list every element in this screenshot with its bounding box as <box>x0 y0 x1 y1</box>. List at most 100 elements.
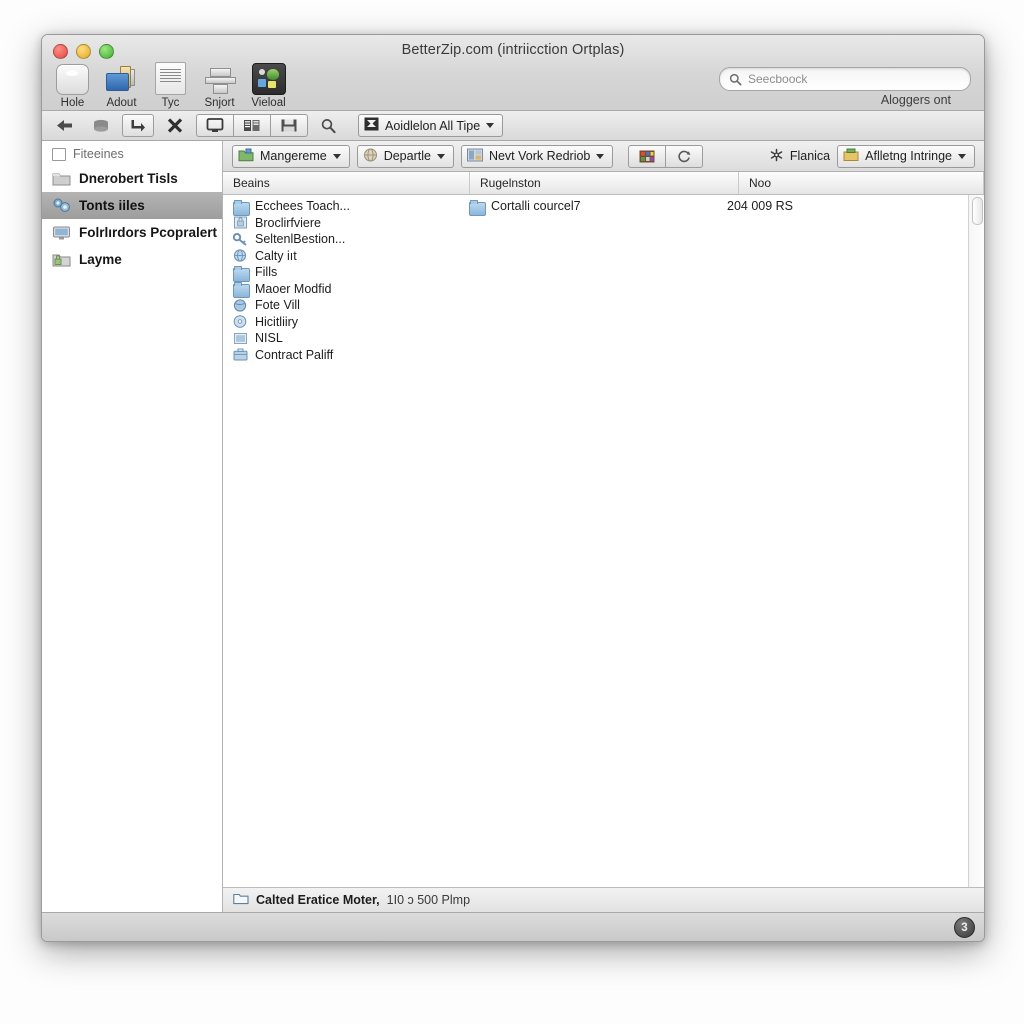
file-name: Fote Vill <box>255 298 300 313</box>
toolbar-label: Tyc <box>161 97 180 109</box>
file-name: Calty iıt <box>255 248 297 263</box>
monitor-icon[interactable] <box>196 114 233 137</box>
sidebar: Fiteeines Dnerobert Tisls Tonts iiles Fo… <box>42 141 223 912</box>
file-name: Fills <box>255 265 278 280</box>
status-badge[interactable]: 3 <box>954 917 975 938</box>
window-body: Fiteeines Dnerobert Tisls Tonts iiles Fo… <box>42 141 984 912</box>
list-item[interactable]: Fills <box>223 264 459 282</box>
file-size-column: 204 009 RS <box>717 195 984 363</box>
sidebar-item-dnerobert-tisls[interactable]: Dnerobert Tisls <box>42 165 222 192</box>
desktop-background: BetterZip.com (intriicction Ortplas) Hol… <box>0 0 1024 1024</box>
open-folder-icon <box>233 892 249 908</box>
list-item[interactable]: Ecchees Toach... <box>223 198 459 216</box>
delete-x-icon[interactable] <box>160 115 190 136</box>
chevron-down-icon <box>332 153 341 159</box>
flanica-button[interactable]: Flanica <box>769 148 830 165</box>
popup-label: Aflletng Intringe <box>865 149 952 163</box>
file-name-column: Ecchees Toach... Broclirfviere SeltenlBe… <box>223 195 459 363</box>
list-item[interactable]: SeltenlBestion... <box>223 231 459 248</box>
globe-icon <box>233 249 248 262</box>
content-pane: Mangereme Departle Nevt Vork Redriob Fla… <box>223 141 984 912</box>
list-item[interactable]: Broclirfviere <box>223 215 459 232</box>
archive-icon[interactable] <box>86 115 116 136</box>
toolbar-button-vieloal[interactable]: Vieloal <box>245 62 292 109</box>
sidebar-item-label: Folrlırdors Pcopralert <box>79 225 218 240</box>
toolbar-button-hole[interactable]: Hole <box>49 62 96 109</box>
window-title: BetterZip.com (intriicction Ortplas) <box>401 42 625 58</box>
popup-departle[interactable]: Departle <box>356 144 454 168</box>
folder-icon <box>52 170 71 187</box>
folder-icon <box>233 265 250 282</box>
toolbar-label: Vieloal <box>251 97 286 109</box>
file-list[interactable]: Ecchees Toach... Broclirfviere SeltenlBe… <box>223 195 984 887</box>
back-arrow-icon[interactable] <box>50 115 80 136</box>
filter-type-popup[interactable]: Aoidlelon All Tipe <box>358 114 504 137</box>
flanica-label: Flanica <box>789 149 831 163</box>
list-item[interactable]: Cortalli courcel7 <box>459 198 717 216</box>
list-item[interactable]: Calty iıt <box>223 248 459 265</box>
toolbar-button-adout[interactable]: Adout <box>98 62 145 109</box>
list-item[interactable]: Maoer Modfid <box>223 281 459 299</box>
file-name: Maoer Modfid <box>255 281 332 296</box>
key-icon <box>232 232 248 246</box>
monitor-folder-icon <box>52 224 71 241</box>
folder-icon <box>233 199 250 216</box>
checkbox-icon <box>52 147 66 161</box>
popup-nevt-vork-redriob[interactable]: Nevt Vork Redriob <box>460 144 614 168</box>
save-disk-icon[interactable] <box>270 114 308 137</box>
betterzip-window: BetterZip.com (intriicction Ortplas) Hol… <box>41 34 985 942</box>
gear-snowflake-icon <box>769 148 784 165</box>
sidebar-item-tonts-iiles[interactable]: Tonts iiles <box>42 192 222 219</box>
folder-icon <box>233 282 250 299</box>
list-item[interactable]: Hicitliiry <box>223 314 459 331</box>
document-list-icon <box>155 62 186 95</box>
toolbar-button-snjort[interactable]: Snjort <box>196 62 243 109</box>
scrollbar-thumb[interactable] <box>972 197 983 225</box>
chevron-down-icon <box>958 153 966 159</box>
column-header-noo[interactable]: Noo <box>739 172 984 194</box>
file-name: SeltenlBestion... <box>255 232 346 247</box>
preview-dark-icon <box>251 62 286 95</box>
lock-disk-icon <box>233 216 248 229</box>
globe-icon <box>233 299 248 312</box>
sidebar-item-layme[interactable]: Layme <box>42 246 222 273</box>
list-item[interactable]: 204 009 RS <box>717 198 984 215</box>
sidebar-item-label: Layme <box>79 252 122 267</box>
list-item[interactable]: Contract Paliff <box>223 347 459 364</box>
color-grid-icon[interactable] <box>628 144 666 168</box>
file-name: Broclirfviere <box>255 215 321 230</box>
gears-files-icon <box>52 197 71 214</box>
refresh-icon[interactable] <box>665 144 704 168</box>
network-icon <box>466 148 483 165</box>
sidebar-header-label: Fiteeines <box>73 147 124 161</box>
popup-aflletng-intringe[interactable]: Aflletng Intringe <box>837 144 975 168</box>
briefcase-icon <box>233 348 248 361</box>
file-name: Contract Paliff <box>255 347 334 362</box>
vertical-scrollbar[interactable] <box>968 195 984 887</box>
toolbar-label: Hole <box>60 97 85 109</box>
lock-folder-icon <box>52 251 71 268</box>
list-item[interactable]: Fote Vill <box>223 297 459 314</box>
green-archive-icon <box>238 148 254 165</box>
filter-toolbar: Mangereme Departle Nevt Vork Redriob Fla… <box>223 141 984 172</box>
file-size: 204 009 RS <box>727 199 794 214</box>
toolbar-button-tyc[interactable]: Tyc <box>147 62 194 109</box>
column-header-beains[interactable]: Beains <box>223 172 470 194</box>
forward-arrow-icon[interactable] <box>122 114 154 137</box>
sidebar-item-label: Tonts iiles <box>79 198 145 213</box>
status-bar: Calted Eratice Moter, 1I0 ɔ 500 Plmp <box>223 887 984 912</box>
chevron-down-icon <box>436 153 445 159</box>
popup-label: Nevt Vork Redriob <box>488 149 591 163</box>
toolbar-label: Adout <box>106 97 137 109</box>
folder-icon <box>469 199 486 216</box>
list-item[interactable]: NISL <box>223 330 459 347</box>
search-placeholder: Seecboock <box>748 72 808 86</box>
sidebar-item-folrlirdors-pcopralert[interactable]: Folrlırdors Pcopralert <box>42 219 222 246</box>
chevron-down-icon <box>486 123 495 128</box>
keyboard-icon[interactable] <box>233 114 270 137</box>
magnifier-icon[interactable] <box>314 115 344 136</box>
column-header-rugelnston[interactable]: Rugelnston <box>470 172 739 194</box>
search-input[interactable]: Seecboock <box>719 67 971 91</box>
popup-mangereme[interactable]: Mangereme <box>232 144 350 168</box>
region-name: Cortalli courcel7 <box>491 199 581 214</box>
